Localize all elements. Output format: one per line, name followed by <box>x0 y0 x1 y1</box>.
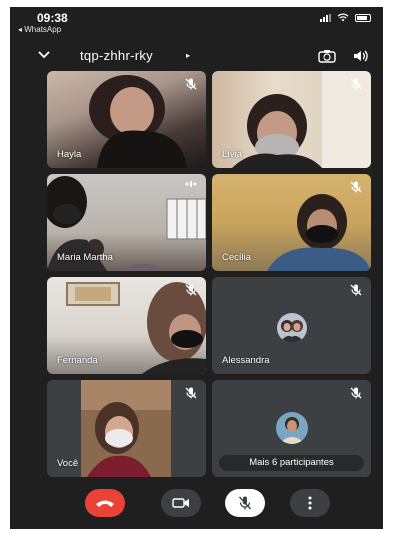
more-participants-tile[interactable]: Mais 6 participantes <box>212 380 371 477</box>
clock: 09:38 <box>37 11 68 25</box>
speaking-indicator-icon <box>185 181 197 187</box>
signal-icon <box>320 13 331 22</box>
switch-camera-icon[interactable] <box>318 49 336 63</box>
participant-name: Fernanda <box>57 355 98 366</box>
self-view-tile[interactable]: Você <box>47 380 206 477</box>
video-camera-icon <box>172 498 189 508</box>
camera-toggle-button[interactable] <box>161 489 201 517</box>
system-icons <box>320 13 371 22</box>
back-to-app-link[interactable]: ◂ WhatsApp <box>18 25 61 34</box>
wifi-icon <box>337 13 349 22</box>
participant-tile[interactable]: Alessandra <box>212 277 371 374</box>
call-controls <box>10 489 383 519</box>
participant-tile[interactable]: Cecília <box>212 174 371 271</box>
mic-off-icon <box>350 78 362 90</box>
participant-tile[interactable]: Maria Martha <box>47 174 206 271</box>
battery-icon <box>355 13 371 22</box>
meet-call-screen: 09:38 ◂ WhatsApp tqp-zhhr-rky ▸ Hayla Lí… <box>10 7 383 529</box>
meeting-code[interactable]: tqp-zhhr-rky <box>80 48 153 63</box>
participant-name: Maria Martha <box>57 252 113 263</box>
participant-tile[interactable]: Hayla <box>47 71 206 168</box>
avatar <box>275 411 308 444</box>
mic-off-icon <box>185 284 197 296</box>
end-call-button[interactable] <box>85 489 125 517</box>
mic-off-icon <box>350 181 362 193</box>
mic-off-icon <box>185 387 197 399</box>
status-bar: 09:38 ◂ WhatsApp <box>10 7 383 35</box>
more-options-button[interactable] <box>290 489 330 517</box>
participant-name: Lívia <box>222 149 243 160</box>
mic-toggle-button[interactable] <box>225 489 265 517</box>
meeting-info-arrow-icon[interactable]: ▸ <box>186 51 190 60</box>
participant-name: Cecília <box>222 252 252 263</box>
participant-tile[interactable]: Fernanda <box>47 277 206 374</box>
hang-up-icon <box>96 500 114 507</box>
more-participants-label: Mais 6 participantes <box>219 455 364 471</box>
mic-off-icon <box>350 387 362 399</box>
participant-name: Alessandra <box>222 355 270 366</box>
mic-off-icon <box>185 78 197 90</box>
collapse-chevron-icon[interactable] <box>36 49 52 61</box>
speaker-icon[interactable] <box>352 49 370 63</box>
more-vertical-icon <box>308 496 312 510</box>
participant-tile[interactable]: Lívia <box>212 71 371 168</box>
mic-off-icon <box>238 496 252 510</box>
call-top-bar: tqp-zhhr-rky ▸ <box>10 45 383 71</box>
participant-name: Hayla <box>57 149 82 160</box>
avatar <box>276 312 307 343</box>
mic-off-icon <box>350 284 362 296</box>
participant-name: Você <box>57 458 79 469</box>
